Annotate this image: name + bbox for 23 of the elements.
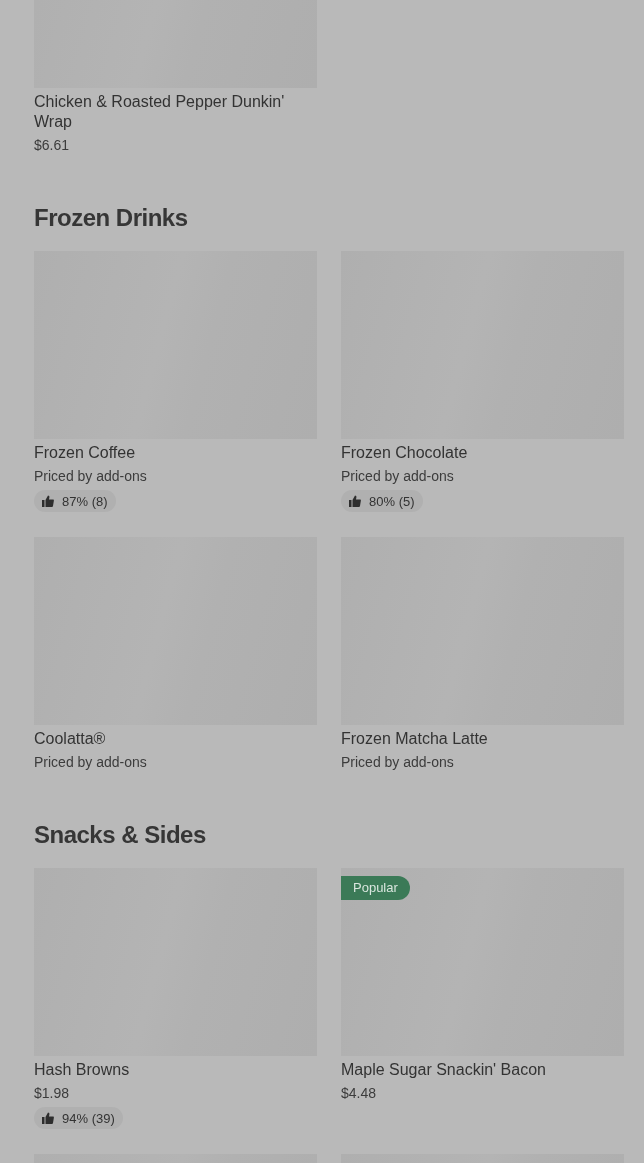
item-price: Priced by add-ons — [34, 753, 148, 772]
item-price: Priced by add-ons — [34, 467, 148, 486]
item-price: $6.61 — [34, 136, 71, 155]
rating-text: 94% (39) — [62, 1110, 115, 1126]
item-name[interactable]: Frozen Coffee — [34, 443, 317, 463]
item-name[interactable]: Maple Sugar Snackin' Bacon — [341, 1060, 624, 1080]
item-price: Priced by add-ons — [341, 753, 455, 772]
item-name[interactable]: Hash Browns — [34, 1060, 317, 1080]
item-name[interactable]: Chicken & Roasted Pepper Dunkin' Wrap — [34, 92, 317, 132]
item-name[interactable]: Frozen Matcha Latte — [341, 729, 624, 749]
item-price: $4.48 — [341, 1084, 378, 1103]
popular-badge: Popular — [341, 876, 410, 900]
section-heading: Snacks & Sides — [34, 821, 207, 849]
rating-text: 80% (5) — [369, 493, 415, 509]
section-heading: Frozen Drinks — [34, 204, 189, 232]
item-price: Priced by add-ons — [341, 467, 455, 486]
item-name[interactable]: Coolatta® — [34, 729, 317, 749]
item-price: $1.98 — [34, 1084, 71, 1103]
thumbs-up-icon — [42, 1112, 54, 1124]
thumbs-up-icon — [42, 495, 54, 507]
rating-text: 87% (8) — [62, 493, 108, 509]
thumbs-up-icon — [349, 495, 361, 507]
item-name[interactable]: Frozen Chocolate — [341, 443, 624, 463]
